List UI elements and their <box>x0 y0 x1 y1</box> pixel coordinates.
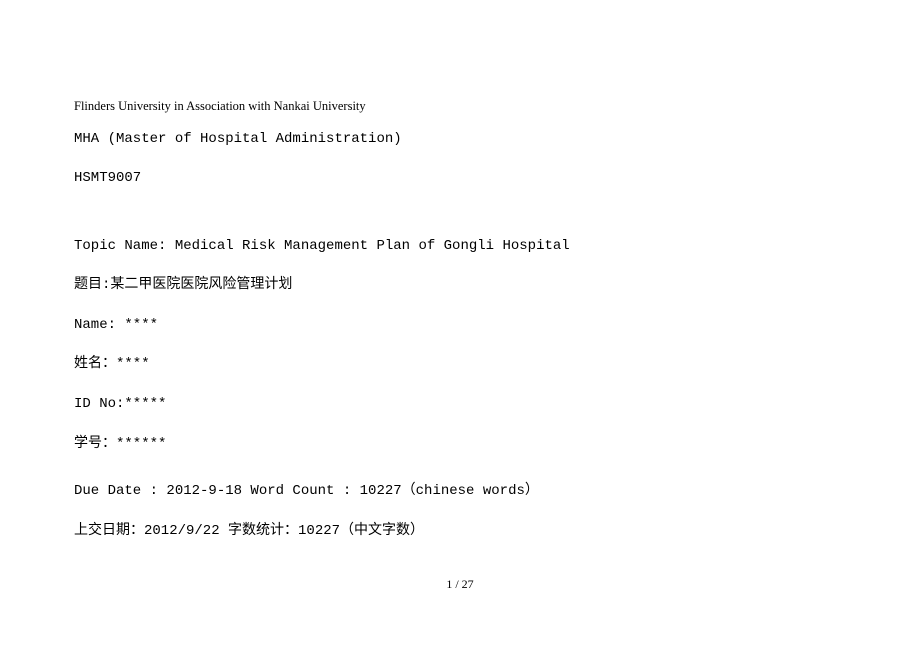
topic-en-line: Topic Name: Medical Risk Management Plan… <box>74 237 846 257</box>
program-line: MHA (Master of Hospital Administration) <box>74 130 846 150</box>
id-en-line: ID No:***** <box>74 395 846 415</box>
due-en-line: Due Date : 2012-9-18 Word Count : 10227（… <box>74 482 846 502</box>
document-page: Flinders University in Association with … <box>0 0 920 541</box>
name-en-line: Name: **** <box>74 316 846 336</box>
id-cn-line: 学号：****** <box>74 435 846 455</box>
page-number: 1 / 27 <box>0 576 920 593</box>
topic-cn-line: 题目:某二甲医院医院风险管理计划 <box>74 276 846 296</box>
university-line: Flinders University in Association with … <box>74 98 846 116</box>
due-cn-line: 上交日期：2012/9/22 字数统计：10227（中文字数） <box>74 522 846 542</box>
course-code-line: HSMT9007 <box>74 169 846 189</box>
name-cn-line: 姓名：**** <box>74 355 846 375</box>
